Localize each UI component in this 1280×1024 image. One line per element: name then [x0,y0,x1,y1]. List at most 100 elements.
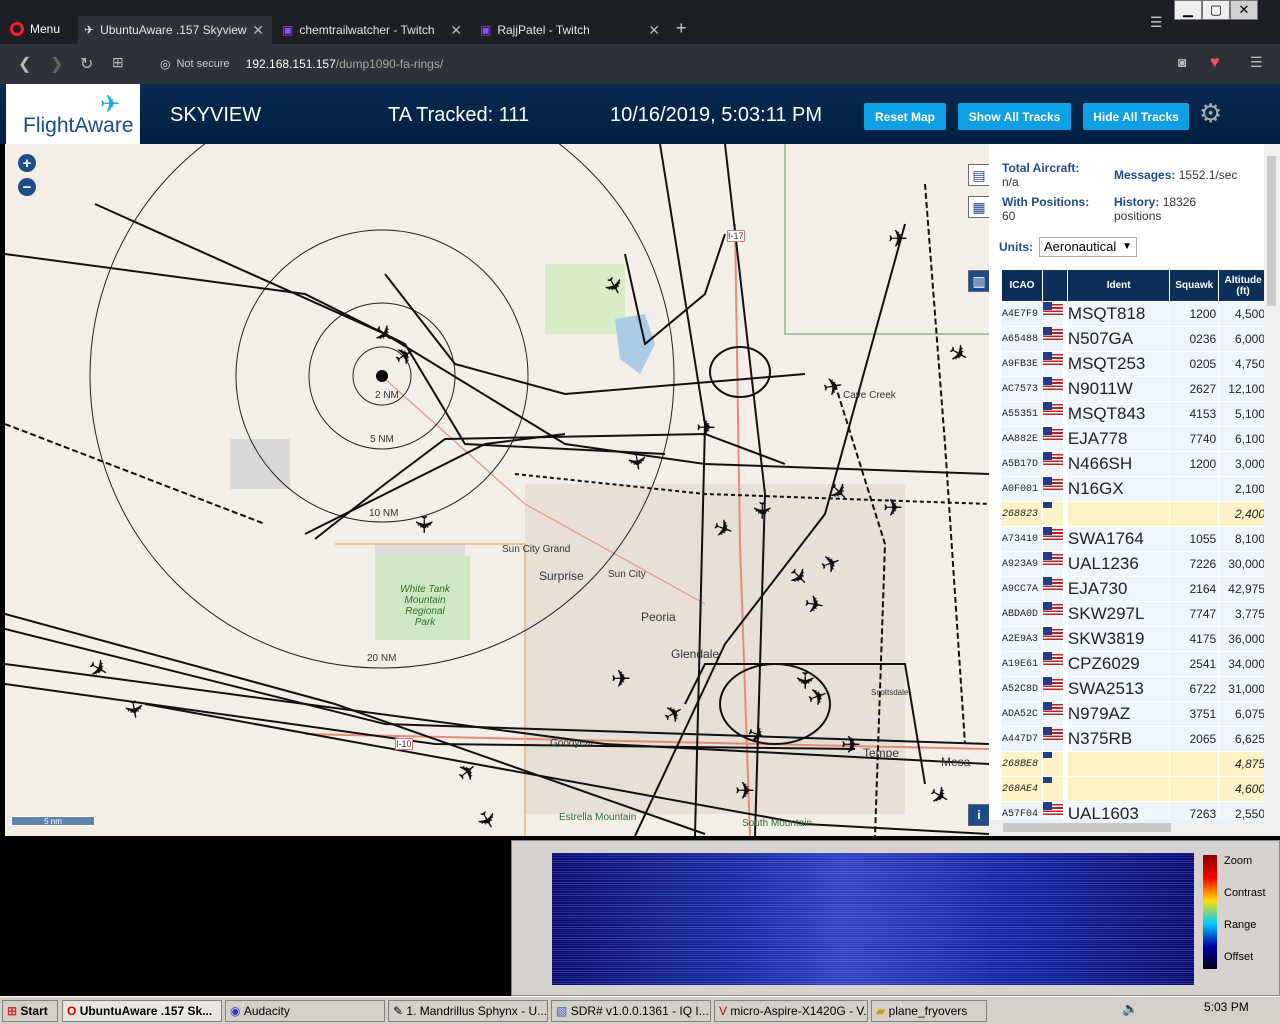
table-row[interactable]: A19E61 CPZ6029 2541 34,000 [1002,652,1267,676]
cell-altitude: 34,000 [1219,652,1267,676]
twitch-icon: ▣ [282,23,294,37]
cell-ident: MSQT818 [1067,302,1170,326]
map-grid-button[interactable]: ▦ [968,196,989,218]
zoom-out-button[interactable]: − [18,178,36,196]
taskbar-item-folder[interactable]: ▰ plane_fryovers [871,1000,987,1022]
reload-icon[interactable]: ↻ [80,54,93,74]
map-view[interactable]: ✈ ✈ ✈ ✈ ✈ ✈ ✈ ✈ ✈ ✈ ✈ ✈ ✈ ✈ ✈ ✈ ✈ ✈ ✈ ✈ ✈ ✈ ✈ ✈ ✈ ✈ ✈ ✈ 2 NM 5 NM 1… [5,144,989,836]
table-row[interactable]: A65488 N507GA 0236 6,000 [1002,327,1267,351]
table-row[interactable]: A0F001 N16GX 2,100 [1002,477,1267,501]
offset-label: Offset [1224,951,1254,963]
table-row[interactable]: A73410 SWA1764 1055 8,100 [1002,527,1267,551]
table-row[interactable]: A4E7F9 MSQT818 1200 4,500 [1002,302,1267,326]
start-button[interactable]: ⊞ Start [2,1000,58,1022]
aircraft-icon[interactable]: ✈ [611,665,631,694]
taskbar-label: plane_fryovers [888,1004,968,1018]
range-label-2nm: 2 NM [375,390,399,401]
scroll-thumb[interactable] [1003,823,1171,832]
table-row[interactable]: AC7573 N9011W 2627 12,100 [1002,377,1267,401]
taskbar-item-audacity[interactable]: ◉ Audacity [225,1000,385,1022]
tab-menu-icon[interactable]: ☰ [1150,14,1163,31]
vnc-icon: V [719,1004,728,1018]
scroll-thumb[interactable] [1267,156,1276,306]
table-row[interactable]: ADA52C N979AZ 3751 6,075 [1002,702,1267,726]
new-tab-button[interactable]: + [676,18,687,39]
table-row[interactable]: 268AE4 4,600 [1002,777,1267,801]
close-tab-icon[interactable]: ✕ [648,22,660,39]
close-tab-icon[interactable]: ✕ [450,22,462,39]
range-label: Range [1224,919,1257,931]
opera-menu-button[interactable]: Menu [10,22,60,36]
table-row[interactable]: A9FB3E MSQT253 0205 4,750 [1002,352,1267,376]
waterfall-streak [552,886,1194,887]
map-layer-button[interactable]: ▤ [968,164,989,186]
hide-all-tracks-button[interactable]: Hide All Tracks [1083,103,1189,130]
settings-gear-icon[interactable]: ⚙ [1199,98,1222,129]
cell-squawk: 4175 [1170,627,1219,651]
easy-setup-icon[interactable]: ☰ [1250,54,1263,71]
aircraft-icon[interactable]: ✈ [888,225,908,254]
zoom-in-button[interactable]: + [18,154,36,172]
url-field[interactable]: ◎ Not secure 192.168.151.157/dump1090-fa… [160,52,443,76]
url-host: 192.168.151.157 [245,57,336,71]
close-tab-icon[interactable]: ✕ [252,22,264,39]
table-row[interactable]: 268823 2,400 [1002,502,1267,526]
close-window-button[interactable]: ✕ [1230,0,1258,20]
vertical-scrollbar[interactable] [1264,144,1280,836]
tab-skyview[interactable]: ✈ UbuntuAware .157 Skyview ✕ [78,16,272,44]
col-squawk[interactable]: Squawk [1170,270,1219,301]
place-sun-city-grand: Sun City Grand [502,544,571,555]
aircraft-icon[interactable]: ✈ [696,414,716,443]
col-altitude[interactable]: Altitude (ft) [1219,270,1267,301]
waterfall-display[interactable] [552,853,1194,985]
col-ident[interactable]: Ident [1067,270,1170,301]
start-label: Start [20,1004,48,1018]
table-row[interactable]: AA882E EJA778 7740 6,100 [1002,427,1267,451]
table-row[interactable]: A5B17D N466SH 1200 3,000 [1002,452,1267,476]
heart-icon[interactable]: ♥ [1210,54,1220,72]
units-select[interactable]: Aeronautical ▼ [1039,237,1137,257]
aircraft-icon[interactable]: ✈ [841,731,861,760]
col-icao[interactable]: ICAO [1002,270,1042,301]
forward-icon[interactable]: ❯ [50,54,63,74]
aircraft-icon[interactable]: ✈ [409,514,438,534]
aircraft-icon[interactable]: ✈ [747,500,776,520]
table-row[interactable]: 268BE8 4,875 [1002,752,1267,776]
reset-map-button[interactable]: Reset Map [864,103,946,130]
aircraft-icon[interactable]: ✈ [883,494,903,523]
table-row[interactable]: A2E9A3 SKW3819 4175 36,000 [1002,627,1267,651]
maximize-button[interactable]: ▢ [1202,0,1230,20]
aircraft-table-body: A4E7F9 MSQT818 1200 4,500 A65488 N507GA 0236 6,… [1002,302,1267,826]
speed-dial-icon[interactable]: ⊞ [112,54,124,71]
opera-logo-icon [10,22,24,36]
volume-icon[interactable]: 🔈 [1122,1001,1138,1017]
aircraft-icon[interactable]: ✈ [735,777,755,806]
waterfall-streak [552,888,1194,890]
minimize-button[interactable]: ▁ [1174,0,1202,20]
snapshot-icon[interactable]: ◙ [1178,54,1186,70]
tab-chemtrailwatcher[interactable]: ▣ chemtrailwatcher - Twitch ✕ [276,16,470,44]
col-flag[interactable] [1042,270,1067,301]
cell-ident: MSQT843 [1067,402,1170,426]
taskbar-label: SDR# v1.0.0.1361 - IQ I... [570,1004,709,1018]
table-row[interactable]: A923A9 UAL1236 7226 30,000 [1002,552,1267,576]
show-all-tracks-button[interactable]: Show All Tracks [958,103,1071,130]
back-icon[interactable]: ❮ [18,54,31,74]
table-row[interactable]: A9CC7A EJA730 2164 42,975 [1002,577,1267,601]
horizontal-scrollbar[interactable] [989,820,1264,836]
taskbar-item-mandrillus[interactable]: ✎ 1. Mandrillus Sphynx - U... [388,1000,548,1022]
table-row[interactable]: ABDA0D SKW297L 7747 3,775 [1002,602,1267,626]
taskbar-item-vnc[interactable]: V micro-Aspire-X1420G - V... [714,1000,868,1022]
waterfall-streak [552,952,1194,953]
info-button[interactable]: i [968,804,989,826]
table-row[interactable]: A52C8D SWA2513 6722 31,000 [1002,677,1267,701]
taskbar-item-opera[interactable]: O UbuntuAware .157 Sk... [62,1000,222,1022]
table-row[interactable]: A447D7 N375RB 2065 6,625 [1002,727,1267,751]
tab-rajjpatel[interactable]: ▣ RajjPatel - Twitch ✕ [474,16,668,44]
sidebar-toggle-button[interactable]: ▥ [968,270,989,292]
table-row[interactable]: A55351 MSQT843 4153 5,100 [1002,402,1267,426]
taskbar-item-sdr[interactable]: ▧ SDR# v1.0.0.1361 - IQ I... [551,1000,711,1022]
waterfall-colorbar [1203,855,1217,969]
total-aircraft: Total Aircraft: n/a [1002,161,1079,189]
waterfall-streak [552,883,1194,885]
